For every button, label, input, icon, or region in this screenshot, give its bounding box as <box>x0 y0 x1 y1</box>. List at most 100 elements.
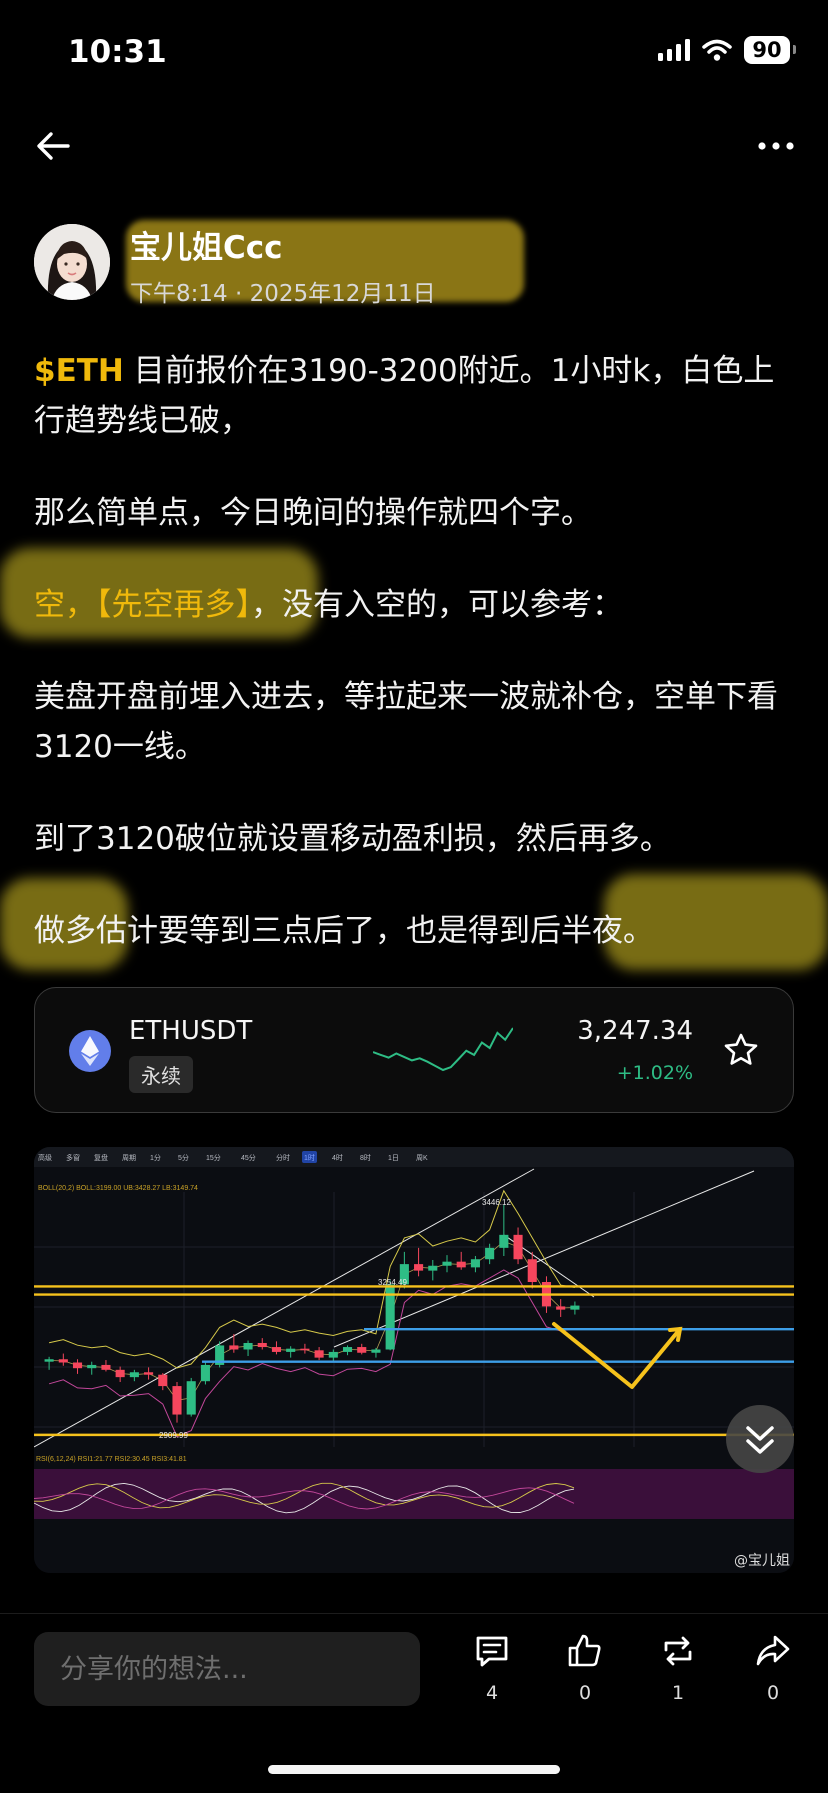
share-count: 0 <box>766 1682 780 1704</box>
share-thoughts-input[interactable] <box>34 1632 420 1706</box>
candle-body <box>357 1347 367 1353</box>
like-button[interactable]: 0 <box>555 1632 615 1712</box>
low-label: 2909.99 <box>159 1431 188 1440</box>
paragraph-text: ，没有入空的，可以参考： <box>251 587 623 623</box>
candle-body <box>186 1381 196 1415</box>
candle-body <box>456 1261 466 1268</box>
status-bar: 10:31 90 <box>0 0 828 100</box>
status-icons: 90 <box>658 36 796 64</box>
chart-toolbar-item: 4时 <box>332 1153 343 1162</box>
paragraph-text: 目前报价在3190-3200附近。1小时k，白色上行趋势线已破， <box>34 353 775 439</box>
back-arrow-icon[interactable] <box>32 126 76 166</box>
chart-toolbar-item: 多窗 <box>66 1153 80 1162</box>
chart-toolbar-item: 分时 <box>276 1153 290 1162</box>
sparkline-path <box>373 1027 513 1072</box>
post-paragraph: 空，【先空再多】，没有入空的，可以参考： <box>34 580 794 630</box>
post-paragraph: 做多估计要等到三点后了，也是得到后半夜。 <box>34 906 794 956</box>
avatar-portrait <box>34 224 110 300</box>
candle-body <box>101 1364 111 1370</box>
like-count: 0 <box>578 1682 592 1704</box>
candle-body <box>58 1359 68 1363</box>
comment-button[interactable]: 4 <box>462 1632 522 1712</box>
chart-toolbar-item: 复盘 <box>94 1153 108 1162</box>
wifi-icon <box>702 39 732 61</box>
chart-toolbar-item: 1分 <box>150 1153 161 1162</box>
rsi-readout: RSI(6,12,24) RSI1:21.77 RSI2:30.45 RSI3:… <box>36 1456 187 1463</box>
chart-toolbar-item: 15分 <box>206 1153 221 1162</box>
candlestick-chart: 高级多窗复盘周期1分5分15分45分分时1时4时8时1日周K BOLL(20,2… <box>34 1147 794 1573</box>
candle-body <box>243 1342 253 1350</box>
share-button[interactable]: 0 <box>743 1632 803 1712</box>
meta-separator: · <box>234 281 250 307</box>
candle-body <box>342 1347 353 1352</box>
ticker-change: +1.02% <box>616 1062 693 1084</box>
top-nav <box>0 118 828 174</box>
watermark: @宝儿姐 <box>734 1553 790 1569</box>
chart-toolbar-item: 高级 <box>38 1153 52 1162</box>
candle-body <box>328 1351 338 1358</box>
ethereum-icon <box>69 1030 111 1072</box>
scroll-down-button[interactable] <box>726 1405 794 1473</box>
candle-body <box>314 1350 324 1358</box>
post-paragraph: 美盘开盘前埋入进去，等拉起来一波就补仓，空单下看3120一线。 <box>34 679 778 765</box>
candle-body <box>414 1264 424 1271</box>
candle-body <box>144 1372 154 1375</box>
star-icon[interactable] <box>723 1032 759 1068</box>
contract-type-badge: 永续 <box>129 1056 193 1093</box>
ticker-price: 3,247.34 <box>577 1016 693 1046</box>
thumbs-up-icon <box>568 1634 601 1667</box>
post-author: 宝儿姐Ccc 下午8:14 · 2025年12月11日 <box>34 220 794 307</box>
candle-body <box>229 1345 239 1350</box>
candle-body <box>442 1261 452 1266</box>
ticker-card[interactable]: ETHUSDT 永续 3,247.34 +1.02% <box>34 987 794 1113</box>
post-timestamp: 下午8:14 · 2025年12月11日 <box>130 274 436 308</box>
candle-body <box>499 1234 509 1248</box>
post-time: 下午8:14 <box>130 281 228 307</box>
candle-body <box>470 1259 480 1268</box>
avatar[interactable] <box>34 224 110 300</box>
candle-body <box>371 1349 381 1353</box>
candle-body <box>257 1342 267 1348</box>
comment-icon <box>476 1636 508 1667</box>
candle-body <box>172 1386 182 1415</box>
ticker-pair: ETHUSDT <box>129 1016 253 1046</box>
bottom-action-bar: 4 0 1 0 <box>0 1613 828 1793</box>
candle-body <box>286 1348 296 1352</box>
price-sparkline <box>373 1027 513 1072</box>
chart-toolbar-item: 8时 <box>360 1153 371 1162</box>
share-arrow-icon <box>756 1635 790 1666</box>
candle-body <box>570 1305 580 1310</box>
candle-body <box>158 1374 168 1387</box>
candle-body <box>44 1359 54 1362</box>
paragraph-text: 后半夜。 <box>530 913 654 949</box>
candle-body <box>556 1306 566 1310</box>
candle-body <box>428 1265 438 1271</box>
ticker-link[interactable]: $ETH <box>34 353 124 389</box>
chevron-double-down-icon <box>746 1426 774 1454</box>
post-paragraph: 那么简单点，今日晚间的操作就四个字。 <box>34 495 592 531</box>
chart-image[interactable]: 高级多窗复盘周期1分5分15分45分分时1时4时8时1日周K BOLL(20,2… <box>34 1147 794 1573</box>
candle-body <box>72 1362 83 1369</box>
repost-icon <box>664 1636 692 1666</box>
home-indicator <box>268 1765 560 1774</box>
signal-icon <box>658 39 690 61</box>
candle-body <box>200 1364 210 1382</box>
paragraph-text: 做多估计要等到三点后了，也是得到 <box>34 913 530 949</box>
high-label: 3446.12 <box>482 1198 511 1207</box>
chart-toolbar-item: 5分 <box>178 1153 189 1162</box>
author-name[interactable]: 宝儿姐Ccc <box>130 222 283 267</box>
indicator-readout: BOLL(20,2) BOLL:3199.00 UB:3428.27 LB:31… <box>38 1185 198 1192</box>
comment-count: 4 <box>485 1682 499 1704</box>
candle-body <box>300 1348 310 1351</box>
candle-body <box>527 1259 537 1283</box>
repost-button[interactable]: 1 <box>648 1632 708 1712</box>
candle-body <box>129 1372 139 1378</box>
highlight-text: 空，【先空再多】 <box>34 587 251 623</box>
chart-toolbar-item: 周K <box>416 1154 428 1162</box>
chart-toolbar-item: 周期 <box>122 1154 136 1162</box>
post-date: 2025年12月11日 <box>249 281 436 307</box>
candle-body <box>271 1347 282 1352</box>
more-options-icon[interactable] <box>752 126 800 166</box>
candle-body <box>485 1247 495 1260</box>
chart-toolbar-item: 45分 <box>241 1153 256 1162</box>
